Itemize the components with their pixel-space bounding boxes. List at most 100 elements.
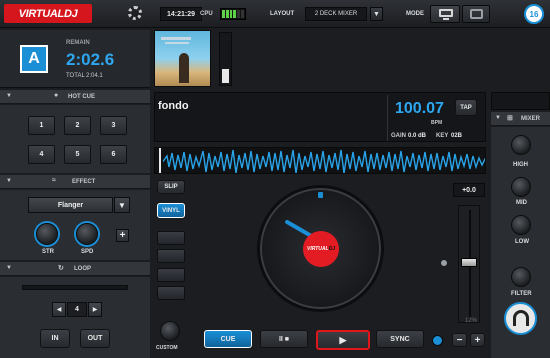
total-label: TOTAL [66, 73, 85, 79]
low-knob[interactable] [511, 215, 531, 235]
headphones-button[interactable] [504, 302, 537, 335]
collapse-icon[interactable]: ▼ [6, 93, 12, 99]
tap-button[interactable]: TAP [455, 99, 477, 116]
custom-label: CUSTOM [156, 345, 178, 351]
mode-desktop-icon[interactable] [430, 5, 460, 23]
collapse-icon[interactable]: ▼ [6, 178, 12, 184]
track-info: fondo 100.07 BPM TAP GAIN 0.0 dB KEY 02B [154, 92, 486, 142]
mixer-header[interactable]: ▼ ⊞ MIXER [491, 112, 550, 126]
remain-label: REMAIN [66, 40, 90, 46]
filter-label: FILTER [511, 291, 532, 297]
hotcue-title: HOT CUE [68, 94, 95, 100]
pitch-plus-button[interactable]: + [470, 333, 485, 347]
mixer-top-slot [491, 92, 550, 110]
mixer-icon: ⊞ [507, 115, 513, 122]
total-time: 2:04.1 [86, 73, 103, 79]
loop-size: 4 [67, 302, 87, 317]
custom-knob[interactable] [160, 321, 180, 341]
mid-label: MID [516, 200, 527, 206]
effect-select[interactable]: Flanger [28, 197, 113, 213]
gear-icon[interactable] [128, 6, 142, 20]
loop-header[interactable]: ▼ ↻ LOOP [0, 262, 150, 276]
bpm-label: BPM [431, 120, 443, 126]
deck-volume-slider[interactable] [219, 32, 232, 86]
eye-icon[interactable] [432, 335, 443, 346]
slip-button[interactable]: SLIP [157, 180, 185, 194]
app-logo: VIRTUALDJ [4, 4, 92, 23]
pitch-slider-handle[interactable] [461, 258, 477, 267]
effect-header[interactable]: ▼ ≈ EFFECT [0, 175, 150, 189]
high-knob[interactable] [511, 135, 531, 155]
layout-select[interactable]: 2 DECK MIXER [305, 7, 367, 21]
cpu-label: CPU [200, 11, 213, 17]
deck-info: A REMAIN 2:02.6 TOTAL 2:04.1 [0, 30, 150, 88]
mode-tablet-icon[interactable] [462, 5, 490, 23]
bpm-divider [387, 95, 388, 141]
cpu-meter [220, 8, 246, 20]
spd-label: SPD [81, 249, 94, 255]
effect-spd-knob[interactable] [76, 223, 98, 245]
headphones-icon [513, 310, 529, 326]
pitch-value: +0.0 [453, 183, 485, 197]
mid-knob[interactable] [511, 177, 531, 197]
pitch-slider-track[interactable] [458, 205, 480, 323]
filter-knob[interactable] [511, 267, 531, 287]
hotcue-header[interactable]: ▼ ● HOT CUE [0, 90, 150, 104]
notification-badge[interactable]: 16 [524, 4, 544, 24]
layout-label: LAYOUT [270, 11, 295, 17]
key-value: 02B [451, 133, 463, 139]
loop-next-button[interactable]: ▶ [88, 302, 102, 317]
low-label: LOW [515, 239, 529, 245]
waveform-icon: ≈ [52, 177, 56, 184]
collapse-icon[interactable]: ▼ [6, 265, 12, 271]
hotcue-pad-1[interactable]: 1 [28, 116, 55, 135]
effect-panel: Flanger ▼ STR SPD + [0, 190, 150, 260]
pause-button[interactable]: II ■ [260, 330, 308, 348]
pin-icon: ● [54, 92, 59, 99]
pitch-reset-dot[interactable] [441, 260, 447, 266]
loop-panel: ◀ 4 ▶ IN OUT [0, 277, 150, 358]
loop-title: LOOP [74, 266, 92, 272]
effect-str-knob[interactable] [36, 223, 58, 245]
key-label: KEY [436, 133, 449, 139]
hotcue-panel: 1 2 3 4 5 6 [0, 105, 150, 173]
effect-dropdown-icon[interactable]: ▼ [114, 197, 130, 213]
sync-button[interactable]: SYNC [376, 330, 424, 348]
vinyl-button[interactable]: VINYL [157, 203, 185, 218]
deck-letter[interactable]: A [20, 45, 48, 73]
empty-button-1[interactable] [157, 231, 185, 245]
mixer-panel: HIGH MID LOW FILTER [491, 127, 550, 358]
album-art [154, 30, 211, 87]
loop-out-button[interactable]: OUT [80, 329, 110, 348]
loop-prev-button[interactable]: ◀ [52, 302, 66, 317]
track-title: fondo [158, 100, 189, 112]
hotcue-pad-3[interactable]: 3 [100, 116, 127, 135]
pitch-minus-button[interactable]: − [452, 333, 467, 347]
bpm-value: 100.07 [395, 100, 444, 117]
platter-label: VIRTUAL DJ [303, 231, 339, 267]
hotcue-pad-2[interactable]: 2 [64, 116, 91, 135]
high-label: HIGH [513, 162, 528, 168]
hotcue-pad-4[interactable]: 4 [28, 145, 55, 164]
empty-button-3[interactable] [157, 268, 185, 282]
mode-label: MODE [406, 11, 424, 17]
empty-button-2[interactable] [157, 249, 185, 263]
hotcue-pad-6[interactable]: 6 [100, 145, 127, 164]
waveform[interactable] [154, 147, 486, 174]
platter-position-marker [318, 192, 323, 198]
hotcue-pad-5[interactable]: 5 [64, 145, 91, 164]
gain-value: 0.0 dB [408, 133, 427, 139]
clock: 14:21:29 [160, 7, 202, 21]
empty-button-4[interactable] [157, 286, 185, 300]
loop-in-button[interactable]: IN [40, 329, 70, 348]
remain-time: 2:02.6 [66, 50, 115, 69]
gain-label: GAIN [391, 133, 406, 139]
jog-wheel[interactable]: VIRTUAL DJ [257, 185, 384, 312]
cue-button[interactable]: CUE [204, 330, 252, 348]
mixer-title: MIXER [521, 116, 541, 122]
add-effect-button[interactable]: + [116, 229, 129, 242]
collapse-icon[interactable]: ▼ [495, 115, 501, 121]
loop-icon: ↻ [58, 265, 64, 272]
play-button[interactable]: ▶ [316, 330, 370, 350]
layout-dropdown-icon[interactable]: ▼ [370, 7, 383, 21]
